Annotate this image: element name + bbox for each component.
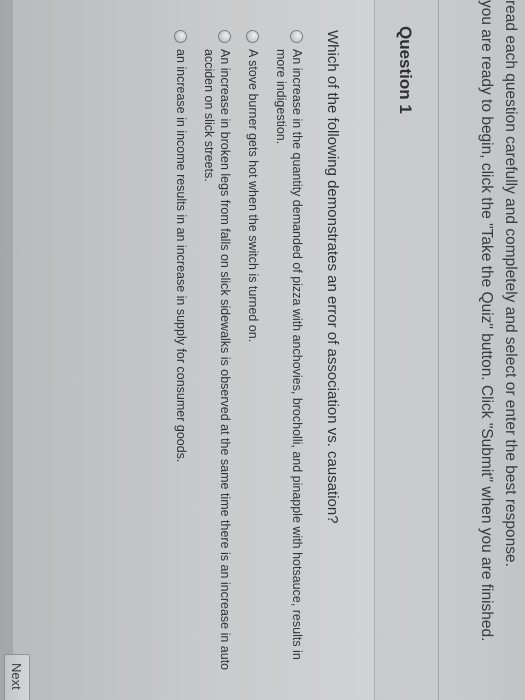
radio-button[interactable] [246, 30, 259, 43]
answer-option-label: A stove burner gets hot when the switch … [246, 49, 260, 343]
next-button[interactable]: Next [4, 654, 30, 700]
answer-option-3[interactable]: An increase in broken legs from falls on… [201, 30, 233, 690]
question-text: Which of the following demonstrates an e… [324, 30, 341, 524]
answer-option-label: an increase in income results in an incr… [174, 49, 188, 463]
quiz-page: read each question carefully and complet… [0, 0, 525, 700]
answer-options: An increase in the quantity demanded of … [161, 30, 305, 690]
answer-option-2[interactable]: A stove burner gets hot when the switch … [245, 30, 261, 690]
question-title: Question 1 [396, 26, 415, 114]
instructions-line-2: you are ready to begin, click the "Take … [478, 0, 495, 642]
question-header: Question 1 [374, 0, 433, 700]
answer-option-1[interactable]: An increase in the quantity demanded of … [273, 30, 305, 690]
question-card: Question 1 Which of the following demons… [13, 0, 433, 700]
radio-button[interactable] [290, 30, 303, 43]
quiz-instructions: read each question carefully and complet… [445, 0, 525, 700]
radio-button[interactable] [174, 30, 187, 43]
screen-photo: read each question carefully and complet… [0, 0, 525, 700]
radio-button[interactable] [218, 30, 231, 43]
answer-option-4[interactable]: an increase in income results in an incr… [173, 30, 189, 690]
divider [438, 0, 439, 700]
instructions-line-1: read each question carefully and complet… [502, 0, 519, 567]
answer-option-label: An increase in broken legs from falls on… [202, 49, 232, 671]
answer-option-label: An increase in the quantity demanded of … [274, 49, 304, 660]
